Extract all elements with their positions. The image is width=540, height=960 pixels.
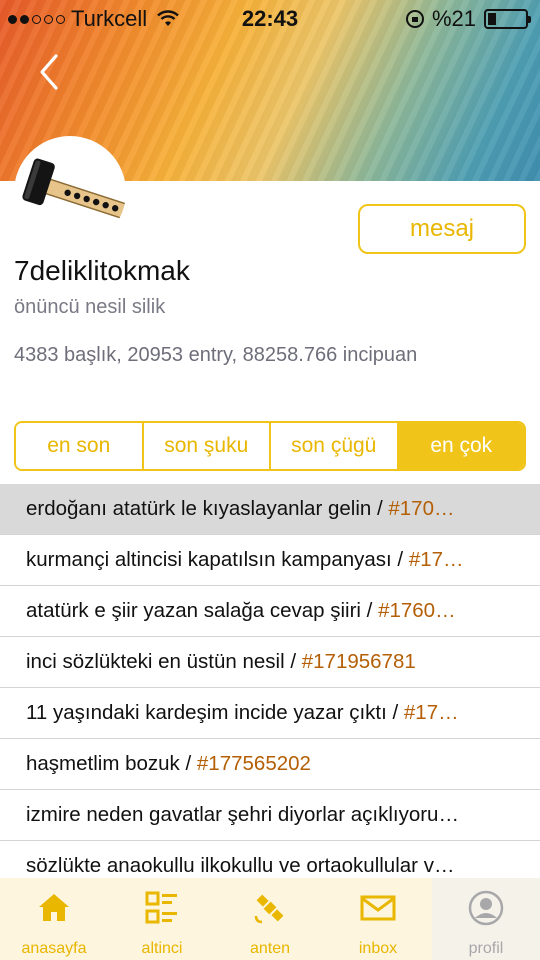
- user-stats: 4383 başlık, 20953 entry, 88258.766 inci…: [14, 344, 418, 366]
- entry-list: erdoğanı atatürk le kıyaslayanlar gelin …: [0, 484, 540, 892]
- back-button[interactable]: [30, 50, 70, 94]
- satellite-icon: [254, 894, 284, 924]
- entry-title: inci sözlükteki en üstün nesil /: [26, 650, 302, 673]
- list-item[interactable]: haşmetlim bozuk / #177565202: [0, 739, 540, 790]
- list-item[interactable]: izmire neden gavatlar şehri diyorlar açı…: [0, 790, 540, 841]
- list-item[interactable]: 11 yaşındaki kardeşim incide yazar çıktı…: [0, 688, 540, 739]
- rotation-lock-icon: [405, 10, 424, 28]
- nav-altinci[interactable]: altinci: [108, 878, 216, 960]
- nav-label: anten: [249, 940, 291, 957]
- list-item[interactable]: erdoğanı atatürk le kıyaslayanlar gelin …: [0, 484, 540, 535]
- entry-title: 11 yaşındaki kardeşim incide yazar çıktı…: [26, 701, 404, 724]
- entry-id: #1760…: [378, 599, 456, 622]
- list-item[interactable]: kurmançi altincisi kapatılsın kampanyası…: [0, 535, 540, 586]
- tab-son-cugu[interactable]: son çügü: [271, 423, 399, 469]
- status-bar: Turkcell 22:43 %21: [0, 0, 540, 38]
- tab-en-cok[interactable]: en çok: [398, 423, 524, 469]
- tab-en-son[interactable]: en son: [16, 423, 144, 469]
- list-item[interactable]: atatürk e şiir yazan salağa cevap şiiri …: [0, 586, 540, 637]
- nav-inbox[interactable]: inbox: [324, 878, 432, 960]
- entry-title: sözlükte anaokullu ilkokullu ve ortaokul…: [26, 854, 455, 877]
- entry-id: #17…: [408, 548, 464, 571]
- nav-label: anasayfa: [21, 940, 87, 957]
- nav-profile[interactable]: profil: [432, 878, 540, 960]
- bottom-navigation: anasayfa altinci anten inbox profil: [0, 878, 540, 960]
- entry-title: izmire neden gavatlar şehri diyorlar açı…: [26, 803, 459, 826]
- nav-home[interactable]: anasayfa: [0, 878, 108, 960]
- nav-label: altinci: [141, 940, 183, 957]
- profile-icon: [468, 890, 504, 926]
- nav-anten[interactable]: anten: [216, 878, 324, 960]
- entry-id: #17…: [403, 701, 459, 724]
- home-icon: [39, 894, 69, 921]
- list-icon: [145, 891, 177, 924]
- list-item[interactable]: inci sözlükteki en üstün nesil / #171956…: [0, 637, 540, 688]
- message-button[interactable]: mesaj: [358, 204, 526, 254]
- entry-id: #170…: [388, 497, 455, 520]
- entry-title: haşmetlim bozuk /: [26, 752, 197, 775]
- entry-title: kurmançi altincisi kapatılsın kampanyası…: [26, 548, 409, 571]
- tab-son-suku[interactable]: son şuku: [143, 423, 271, 469]
- entry-title: erdoğanı atatürk le kıyaslayanlar gelin …: [26, 497, 389, 520]
- user-rank: önüncü nesil silik: [14, 296, 166, 318]
- battery-percent: %21: [431, 6, 476, 31]
- mail-icon: [360, 895, 396, 921]
- avatar[interactable]: [14, 136, 126, 248]
- battery-icon: [484, 9, 531, 29]
- entry-id: #171956781: [301, 650, 416, 673]
- hammer-icon: [22, 158, 126, 219]
- username: 7deliklitokmak: [14, 255, 190, 286]
- entry-filter-tabs: en son son şuku son çügü en çok: [14, 421, 526, 471]
- chevron-left-icon: [40, 54, 58, 90]
- entry-title: atatürk e şiir yazan salağa cevap şiiri …: [26, 599, 379, 622]
- entry-id: #177565202: [196, 752, 311, 775]
- nav-label: inbox: [358, 940, 398, 957]
- nav-label: profil: [468, 940, 504, 957]
